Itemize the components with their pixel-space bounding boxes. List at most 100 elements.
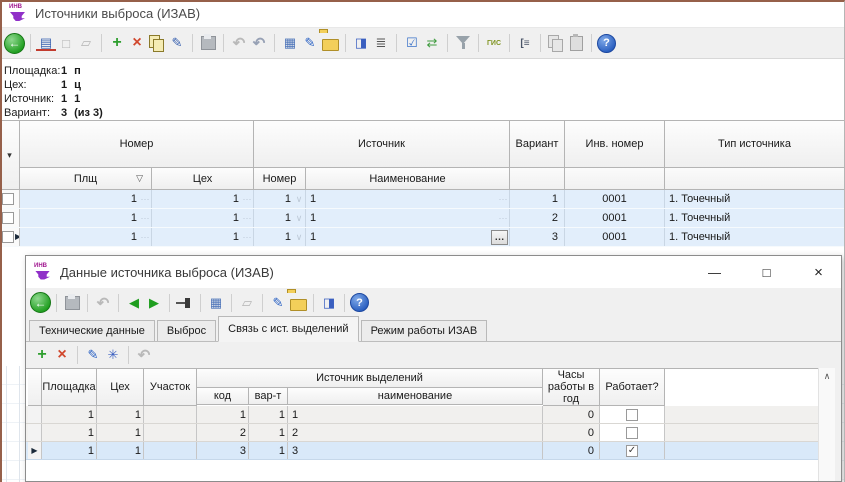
cell-tseh[interactable]: 1 bbox=[97, 445, 143, 457]
maximize-button[interactable]: □ bbox=[744, 256, 789, 288]
gis-icon[interactable]: ГИС bbox=[484, 33, 504, 53]
grid-corner-dropdown[interactable]: ▾ bbox=[0, 121, 20, 190]
tab-tekhnicheskie-dannye[interactable]: Технические данные bbox=[29, 320, 155, 341]
column-header-var-t[interactable]: вар-т bbox=[249, 388, 288, 405]
cell-nomer[interactable]: 1 bbox=[254, 212, 293, 224]
column-header-inv-nomer[interactable]: Инв. номер bbox=[565, 121, 665, 168]
wizard-icon[interactable]: ✳ bbox=[103, 345, 123, 365]
cell-naimenovanie[interactable]: 1 bbox=[292, 409, 298, 421]
cell-tip-istochnika[interactable]: 1. Точечный bbox=[669, 193, 730, 205]
cell-plsh[interactable]: 1 bbox=[20, 212, 139, 224]
close-button[interactable]: × bbox=[796, 256, 841, 288]
scroll-up-icon[interactable]: ∧ bbox=[824, 371, 831, 481]
chart-window-icon[interactable]: ▦ bbox=[280, 33, 300, 53]
cell-variant[interactable]: 1 bbox=[510, 193, 564, 205]
previous-record-icon[interactable]: ◀ bbox=[124, 293, 144, 313]
cell-tseh[interactable]: 1 bbox=[97, 409, 143, 421]
dialog-title-bar[interactable]: ИНВ Данные источника выброса (ИЗАВ) — □ … bbox=[26, 256, 841, 288]
cell-ploshchadka[interactable]: 1 bbox=[42, 409, 96, 421]
column-header-tseh[interactable]: Цех bbox=[152, 168, 254, 190]
tab-svyaz-s-ist-vydeleniy[interactable]: Связь с ист. выделений bbox=[218, 316, 358, 342]
column-header-naimenovanie[interactable]: наименование bbox=[288, 388, 543, 405]
checklist-edit-icon[interactable]: ≣ bbox=[371, 33, 391, 53]
column-header-uchastok[interactable]: Участок bbox=[144, 369, 197, 406]
help-icon[interactable]: ? bbox=[350, 293, 369, 312]
cell-var-t[interactable]: 1 bbox=[249, 427, 287, 439]
cell-tip-istochnika[interactable]: 1. Точечный bbox=[669, 212, 730, 224]
cell-inv-nomer[interactable]: 0001 bbox=[602, 231, 626, 243]
cell-naimenovanie[interactable]: 2 bbox=[292, 427, 298, 439]
cell-tseh[interactable]: 1 bbox=[97, 427, 143, 439]
cell-tseh[interactable]: 1 bbox=[152, 231, 241, 243]
add-icon[interactable]: + bbox=[32, 345, 52, 365]
export-icon[interactable]: ◨ bbox=[319, 293, 339, 313]
chart-window-icon[interactable]: ▦ bbox=[206, 293, 226, 313]
cell-chasy[interactable]: 0 bbox=[543, 427, 599, 439]
cell-nomer[interactable]: 1 bbox=[254, 193, 293, 205]
edit-page-icon[interactable]: ✎ bbox=[300, 33, 320, 53]
cell-plsh[interactable]: 1 bbox=[20, 193, 139, 205]
cell-tseh[interactable]: 1 bbox=[152, 193, 241, 205]
edit-page-icon[interactable]: ✎ bbox=[268, 293, 288, 313]
column-header-variant[interactable]: Вариант bbox=[510, 121, 565, 168]
row-checkbox[interactable] bbox=[2, 212, 14, 224]
cell-naimenovanie[interactable]: 1 bbox=[310, 212, 316, 224]
table-row[interactable]: 1 1 2 1 2 0 bbox=[26, 424, 835, 442]
works-checkbox[interactable] bbox=[626, 427, 638, 439]
vertical-scrollbar[interactable]: ∧ bbox=[818, 368, 835, 481]
help-icon[interactable]: ? bbox=[597, 34, 616, 53]
monitor-settings-icon[interactable]: ☑ bbox=[402, 33, 422, 53]
delete-icon[interactable]: × bbox=[52, 345, 72, 365]
column-header-chasy-raboty[interactable]: Часы работы в год bbox=[543, 369, 600, 406]
cell-variant[interactable]: 2 bbox=[510, 212, 564, 224]
copy-icon[interactable] bbox=[147, 33, 167, 53]
card-view-icon[interactable]: ▤ bbox=[36, 35, 56, 51]
cell-naimenovanie[interactable]: 1 bbox=[310, 193, 316, 205]
column-header-kod[interactable]: код bbox=[197, 388, 249, 405]
brackets-list-icon[interactable]: [≡ bbox=[515, 33, 535, 53]
nav-back-icon[interactable]: ← bbox=[4, 33, 25, 54]
table-row[interactable]: 1 1 1 1 1 0 bbox=[26, 406, 835, 424]
cell-plsh[interactable]: 1 bbox=[20, 231, 139, 243]
ellipsis-button[interactable]: … bbox=[491, 230, 508, 245]
table-row[interactable]: 1⋯ 1⋯ 1∨ 1⋯ 2 0001 1. Точечный bbox=[0, 209, 845, 228]
column-header-nomer[interactable]: Номер bbox=[254, 168, 306, 190]
edit-row-icon[interactable]: ✎ bbox=[83, 345, 103, 365]
add-icon[interactable]: + bbox=[107, 33, 127, 53]
next-record-icon[interactable]: ▶ bbox=[144, 293, 164, 313]
column-header-naimenovanie[interactable]: Наименование bbox=[306, 168, 510, 190]
column-header-tip-istochnika[interactable]: Тип источника bbox=[665, 121, 845, 168]
table-row-current[interactable]: ▶ 1⋯ 1⋯ 1∨ 1… 3 0001 1. Точечный bbox=[0, 228, 845, 247]
cell-naimenovanie[interactable]: 3 bbox=[292, 445, 298, 457]
tab-vybros[interactable]: Выброс bbox=[157, 320, 216, 341]
cell-inv-nomer[interactable]: 0001 bbox=[602, 212, 626, 224]
filter-icon[interactable] bbox=[453, 33, 473, 53]
table-row[interactable]: 1⋯ 1⋯ 1∨ 1⋯ 1 0001 1. Точечный bbox=[0, 190, 845, 209]
delete-icon[interactable]: × bbox=[127, 33, 147, 53]
cell-kod[interactable]: 3 bbox=[197, 445, 248, 457]
cell-ploshchadka[interactable]: 1 bbox=[42, 427, 96, 439]
row-checkbox[interactable] bbox=[2, 193, 14, 205]
refresh-exchange-icon[interactable]: ⇄ bbox=[422, 33, 442, 53]
cell-kod[interactable]: 2 bbox=[197, 427, 248, 439]
cell-variant[interactable]: 3 bbox=[510, 231, 564, 243]
works-checkbox[interactable] bbox=[626, 409, 638, 421]
cell-inv-nomer[interactable]: 0001 bbox=[602, 193, 626, 205]
cell-tip-istochnika[interactable]: 1. Точечный bbox=[669, 231, 730, 243]
cell-tseh[interactable]: 1 bbox=[152, 212, 241, 224]
preview-icon[interactable]: ✎ bbox=[167, 33, 187, 53]
nav-back-icon[interactable]: ← bbox=[30, 292, 51, 313]
open-folder-icon[interactable] bbox=[290, 299, 307, 311]
cell-var-t[interactable]: 1 bbox=[249, 409, 287, 421]
table-row-current[interactable]: ▶ 1 1 3 1 3 0 bbox=[26, 442, 835, 460]
export-icon[interactable]: ◨ bbox=[351, 33, 371, 53]
cell-var-t[interactable]: 1 bbox=[249, 445, 287, 457]
cell-naimenovanie[interactable]: 1 bbox=[310, 231, 316, 243]
minimize-button[interactable]: — bbox=[692, 256, 737, 288]
column-header-tseh[interactable]: Цех bbox=[97, 369, 144, 406]
column-header-ploshchadka[interactable]: Площадка bbox=[42, 369, 97, 406]
pin-icon[interactable] bbox=[175, 293, 195, 313]
row-checkbox[interactable] bbox=[2, 231, 14, 243]
cell-chasy[interactable]: 0 bbox=[543, 409, 599, 421]
column-header-plsh[interactable]: Плщ ▽ bbox=[20, 168, 152, 190]
